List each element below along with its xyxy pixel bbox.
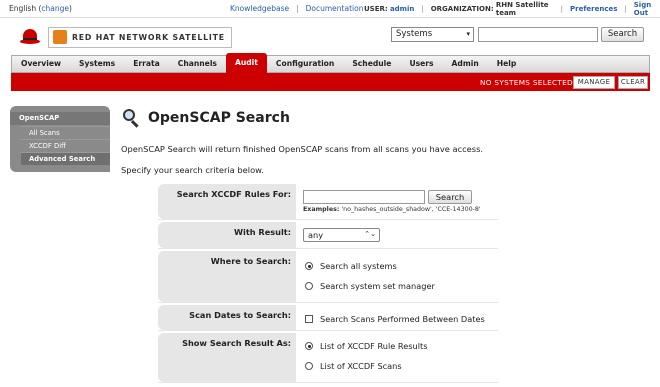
search-scope-select[interactable]: Systems ▾ bbox=[391, 27, 474, 42]
form-row-show: Show Search Result As: List of XCCDF Rul… bbox=[158, 333, 498, 383]
tab-audit[interactable]: Audit bbox=[225, 53, 267, 73]
form-row-dates: Scan Dates to Search: Search Scans Perfo… bbox=[158, 305, 498, 331]
logo[interactable]: RED HAT NETWORK SATELLITE bbox=[20, 26, 232, 48]
tab-users[interactable]: Users bbox=[400, 56, 442, 72]
checkbox[interactable] bbox=[305, 315, 313, 323]
tab-admin[interactable]: Admin bbox=[443, 56, 488, 72]
tab-errata[interactable]: Errata bbox=[124, 56, 169, 72]
tab-configuration[interactable]: Configuration bbox=[267, 56, 343, 72]
option-label: Search all systems bbox=[320, 261, 397, 271]
form-row-rules: Search XCCDF Rules For: Search Examples:… bbox=[158, 184, 498, 220]
tab-overview[interactable]: Overview bbox=[12, 56, 70, 72]
option-label: List of XCCDF Scans bbox=[320, 361, 402, 371]
brand-name: RED HAT NETWORK SATELLITE bbox=[72, 32, 225, 42]
divider: | bbox=[624, 5, 627, 13]
language-selector: English (change) bbox=[9, 4, 72, 13]
dates-option[interactable]: Search Scans Performed Between Dates bbox=[305, 314, 485, 324]
xccdf-rules-input[interactable] bbox=[303, 190, 425, 204]
tab-channels[interactable]: Channels bbox=[169, 56, 226, 72]
form-row-where: Where to Search: Search all systems Sear… bbox=[158, 251, 498, 303]
show-option-scans[interactable]: List of XCCDF Scans bbox=[305, 361, 402, 371]
option-label: List of XCCDF Rule Results bbox=[320, 341, 428, 351]
sidebar-item-openscap[interactable]: OpenSCAP bbox=[10, 112, 110, 125]
page-heading: OpenSCAP Search bbox=[148, 110, 290, 126]
option-label: Search system set manager bbox=[320, 281, 435, 291]
search-scope-value: Systems bbox=[396, 29, 433, 39]
help-links: Knowledgebase | Documentation bbox=[230, 4, 363, 13]
sidebar-item-advanced-search[interactable]: Advanced Search bbox=[21, 152, 110, 165]
tab-help[interactable]: Help bbox=[488, 56, 526, 72]
red-hat-icon bbox=[20, 27, 42, 47]
system-selection-bar: NO SYSTEMS SELECTED MANAGE CLEAR bbox=[11, 73, 650, 91]
radio-button[interactable] bbox=[305, 362, 313, 370]
search-button[interactable]: Search bbox=[428, 190, 472, 204]
form-row-result: With Result: any ⌃⌄ bbox=[158, 222, 498, 249]
utility-bar: English (change) Knowledgebase | Documenta… bbox=[0, 0, 660, 18]
tab-schedule[interactable]: Schedule bbox=[343, 56, 400, 72]
org-label: ORGANIZATION: bbox=[430, 5, 494, 13]
rules-label: Search XCCDF Rules For: bbox=[158, 184, 296, 219]
magnifier-icon bbox=[121, 108, 141, 128]
show-option-rule-results[interactable]: List of XCCDF Rule Results bbox=[305, 341, 427, 351]
where-label: Where to Search: bbox=[158, 251, 296, 302]
sidebar-item-all-scans[interactable]: All Scans bbox=[21, 126, 110, 139]
divider: | bbox=[421, 5, 424, 13]
clear-button[interactable]: CLEAR bbox=[618, 76, 648, 89]
header-search-button[interactable]: Search bbox=[601, 27, 644, 42]
option-label: Search Scans Performed Between Dates bbox=[320, 314, 485, 324]
user-label: USER: bbox=[364, 5, 388, 13]
where-option-all[interactable]: Search all systems bbox=[305, 261, 397, 271]
where-option-ssm[interactable]: Search system set manager bbox=[305, 281, 435, 291]
radio-button[interactable] bbox=[305, 262, 313, 270]
main-nav: Overview Systems Errata Channels Audit C… bbox=[11, 53, 650, 73]
radio-button[interactable] bbox=[305, 282, 313, 290]
header-search-input[interactable] bbox=[478, 27, 598, 42]
intro-text: OpenSCAP Search will return finished Ope… bbox=[121, 144, 484, 154]
result-value: any bbox=[308, 230, 324, 240]
instructions-text: Specify your search criteria below. bbox=[121, 165, 264, 175]
sidebar: OpenSCAP All Scans XCCDF Diff Advanced S… bbox=[10, 106, 110, 172]
org-name: RHN Satellite team bbox=[495, 1, 549, 17]
sign-out-link[interactable]: Sign Out bbox=[634, 1, 660, 17]
documentation-link[interactable]: Documentation bbox=[306, 4, 364, 13]
sidebar-item-xccdf-diff[interactable]: XCCDF Diff bbox=[21, 139, 110, 152]
result-select[interactable]: any ⌃⌄ bbox=[303, 228, 380, 242]
tab-systems[interactable]: Systems bbox=[70, 56, 124, 72]
preferences-link[interactable]: Preferences bbox=[570, 5, 617, 13]
divider: | bbox=[560, 5, 564, 13]
knowledgebase-link[interactable]: Knowledgebase bbox=[230, 4, 289, 13]
radio-button[interactable] bbox=[305, 342, 313, 350]
updown-arrow-icon: ⌃⌄ bbox=[364, 230, 376, 238]
change-language-link[interactable]: change bbox=[41, 4, 69, 13]
dropdown-arrow-icon: ▾ bbox=[466, 30, 470, 38]
examples-value: 'no_hashes_outside_shadow', 'CCE-14300-8… bbox=[341, 206, 481, 213]
result-label: With Result: bbox=[158, 222, 296, 248]
satellite-icon bbox=[53, 30, 67, 44]
brand-box: RED HAT NETWORK SATELLITE bbox=[48, 26, 232, 48]
examples-label: Examples: bbox=[303, 206, 340, 213]
page-title: OpenSCAP Search bbox=[121, 108, 290, 128]
language-label: English bbox=[9, 4, 37, 13]
user-link[interactable]: admin bbox=[390, 5, 414, 13]
manage-button[interactable]: MANAGE bbox=[573, 76, 615, 89]
selected-systems-status: NO SYSTEMS SELECTED bbox=[480, 78, 573, 87]
examples-hint: Examples: 'no_hashes_outside_shadow', 'C… bbox=[303, 206, 481, 213]
show-label: Show Search Result As: bbox=[158, 333, 296, 382]
account-bar: USER: admin | ORGANIZATION: RHN Satellit… bbox=[364, 0, 660, 18]
divider: | bbox=[296, 4, 299, 13]
dates-label: Scan Dates to Search: bbox=[158, 305, 296, 330]
